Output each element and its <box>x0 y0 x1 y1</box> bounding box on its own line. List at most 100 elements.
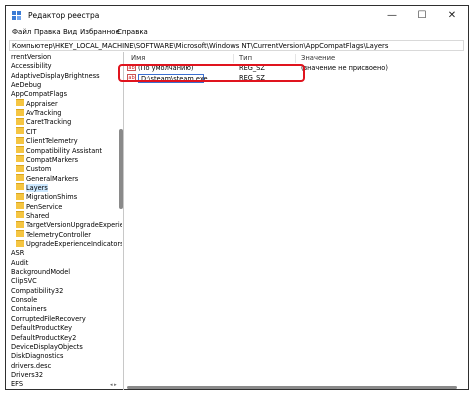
tree-item[interactable]: AvTracking <box>16 108 62 118</box>
tree-item-label: AppCompatFlags <box>11 90 68 99</box>
folder-icon <box>16 99 24 107</box>
folder-icon <box>16 127 24 135</box>
tree-item-label: Layers <box>26 183 48 192</box>
tree-item[interactable]: Audit <box>11 259 28 268</box>
tree-item[interactable]: ClientTelemetry <box>16 136 78 146</box>
tree-item-label: drivers.desc <box>11 361 52 370</box>
tree-item[interactable]: Appraiser <box>16 99 58 109</box>
tree-item[interactable]: AppCompatFlags <box>11 90 67 99</box>
tree-item[interactable]: AeDebug <box>11 81 41 90</box>
tree-item-label: DefaultProductKey <box>11 324 73 333</box>
folder-icon <box>16 136 24 144</box>
menu-edit[interactable]: Правка <box>34 28 61 36</box>
tree-item[interactable]: TargetVersionUpgradeExperienceInd <box>16 220 122 230</box>
folder-icon <box>16 146 24 153</box>
tree-item-label: AeDebug <box>11 81 42 90</box>
folder-icon <box>16 220 24 228</box>
tree-item[interactable]: Shared <box>16 211 50 221</box>
tree-item[interactable]: TelemetryController <box>16 230 91 240</box>
tree-item-label: Drivers32 <box>11 370 44 379</box>
tree-item[interactable]: Compatibility Assistant <box>16 146 103 156</box>
menu-help[interactable]: Справка <box>117 28 148 36</box>
folder-icon <box>16 155 24 163</box>
tree-item[interactable]: EFS <box>11 380 23 386</box>
tree-item-label: Compatibility32 <box>11 286 64 295</box>
tree-item-label: DeviceDisplayObjects <box>11 342 83 351</box>
tree-item[interactable]: MigrationShims <box>16 192 77 202</box>
tree-item[interactable]: DeviceDisplayObjects <box>11 343 83 352</box>
title-bar: Редактор реестра — ☐ ✕ <box>6 6 468 26</box>
column-header-value[interactable]: Значение <box>301 53 335 63</box>
tree-item-label: Appraiser <box>26 99 58 108</box>
tree-item-label: AvTracking <box>26 109 62 118</box>
tree-item[interactable]: Drivers32 <box>11 371 43 380</box>
tree-item-label: CompatMarkers <box>26 155 79 164</box>
tree-item[interactable]: CorruptedFileRecovery <box>11 315 86 324</box>
tree-item[interactable]: Console <box>11 296 37 305</box>
menu-favorites[interactable]: Избранное <box>80 28 120 36</box>
tree-item[interactable]: Accessibility <box>11 62 52 71</box>
tree-item[interactable]: PenService <box>16 202 63 212</box>
tree-item-label: Compatibility Assistant <box>26 146 103 155</box>
values-scrollbar-thumb[interactable] <box>127 386 457 389</box>
tree-item-label: DefaultProductKey2 <box>11 333 77 342</box>
pane-divider[interactable] <box>123 52 124 390</box>
column-header-name[interactable]: Имя <box>131 53 145 63</box>
tree-item[interactable]: Compatibility32 <box>11 287 63 296</box>
menu-view[interactable]: Вид <box>63 28 77 36</box>
tree-item-label: Accessibility <box>11 62 52 71</box>
tree-item-label: Audit <box>11 258 29 267</box>
values-scrollbar[interactable] <box>125 386 465 390</box>
tree-item-label: CIT <box>26 127 37 136</box>
tree-item-label: BackgroundModel <box>11 268 71 277</box>
tree-item-label: UpgradeExperienceIndicators <box>26 240 122 248</box>
menu-file[interactable]: Файл <box>12 28 31 36</box>
tree-item[interactable]: drivers.desc <box>11 362 51 371</box>
folder-icon <box>16 183 24 191</box>
tree-item-label: EFS <box>11 380 24 386</box>
tree-item-label: rrentVersion <box>11 53 52 61</box>
tree-item[interactable]: Containers <box>11 305 47 314</box>
address-bar[interactable]: Компьютер\HKEY_LOCAL_MACHINE\SOFTWARE\Mi… <box>9 40 464 51</box>
values-pane: Имя Тип Значение ab (По умолчанию) REG_SZ… <box>125 53 465 386</box>
tree-item-label: Shared <box>26 211 50 220</box>
tree-item[interactable]: DiskDiagnostics <box>11 352 63 361</box>
tree-item-label: PenService <box>26 202 63 211</box>
tree-item[interactable]: CompatMarkers <box>16 155 79 165</box>
menu-bar: Файл Правка Вид Избранное Справка <box>6 26 468 39</box>
tree-item[interactable]: ASR <box>11 249 24 258</box>
maximize-button[interactable]: ☐ <box>407 6 437 26</box>
registry-tree[interactable]: rrentVersion Accessibility AdaptiveDisplay… <box>9 53 122 386</box>
tree-item-label: CorruptedFileRecovery <box>11 314 86 323</box>
tree-item-label: ClipSVC <box>11 277 37 286</box>
minimize-button[interactable]: — <box>377 6 407 26</box>
tree-item[interactable]: GeneralMarkers <box>16 174 79 184</box>
tree-item-label: Containers <box>11 305 47 314</box>
tree-item[interactable]: CaretTracking <box>16 117 71 127</box>
tree-item[interactable]: BackgroundModel <box>11 268 70 277</box>
tree-item[interactable]: UpgradeExperienceIndicators <box>16 239 122 249</box>
tree-item-label: GeneralMarkers <box>26 174 79 183</box>
scroll-arrows-icon[interactable]: ◂ ▸ <box>110 382 120 389</box>
folder-icon <box>16 117 24 125</box>
tree-item-label: AdaptiveDisplayBrightness <box>11 71 100 80</box>
tree-item[interactable]: AdaptiveDisplayBrightness <box>11 72 100 81</box>
tree-item[interactable]: Layers <box>16 183 48 193</box>
tree-item[interactable]: rrentVersion <box>11 53 51 62</box>
highlight-frame <box>118 64 305 82</box>
tree-item[interactable]: Custom <box>16 164 52 174</box>
folder-icon <box>16 192 24 200</box>
tree-item-label: Custom <box>26 165 52 174</box>
value-data: (значение не присвоено) <box>301 64 388 72</box>
tree-item-label: ASR <box>11 249 25 258</box>
tree-item[interactable]: CIT <box>16 127 37 137</box>
column-header-type[interactable]: Тип <box>239 53 252 63</box>
close-button[interactable]: ✕ <box>437 6 467 26</box>
tree-item[interactable]: ClipSVC <box>11 277 37 286</box>
tree-item-label: TelemetryController <box>26 230 91 239</box>
column-separator <box>233 54 234 63</box>
tree-item[interactable]: DefaultProductKey <box>11 324 72 333</box>
tree-item-label: ClientTelemetry <box>26 137 78 146</box>
tree-item[interactable]: DefaultProductKey2 <box>11 334 76 343</box>
folder-icon <box>16 164 24 172</box>
